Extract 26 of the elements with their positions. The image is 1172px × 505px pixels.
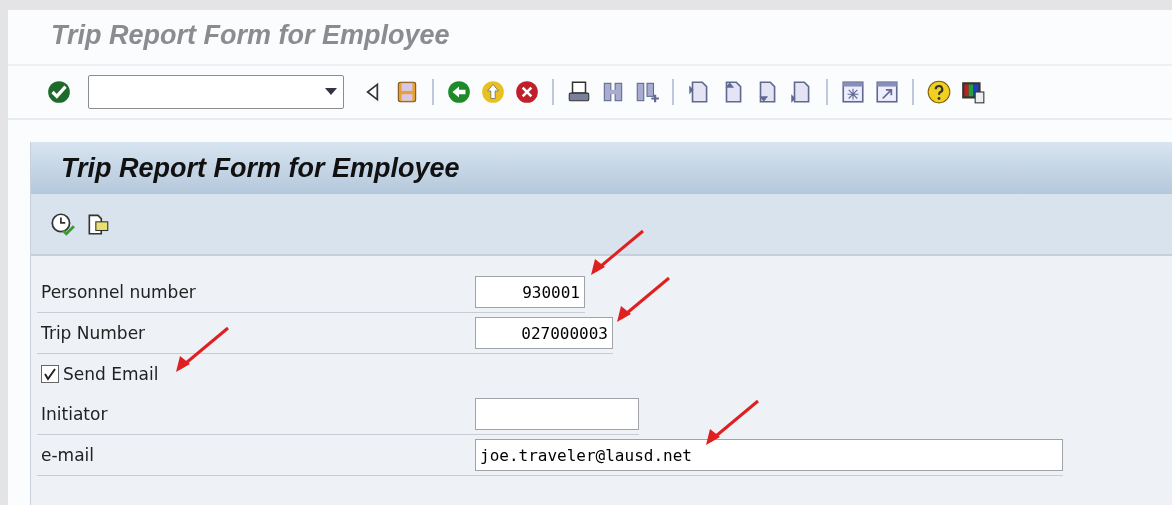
shortcut-window-icon[interactable] <box>874 79 900 105</box>
field-label: Initiator <box>40 404 109 424</box>
new-window-icon[interactable] <box>840 79 866 105</box>
field-label: Trip Number <box>40 323 147 343</box>
annotation-arrow <box>704 399 760 447</box>
input-field[interactable]: 930001 <box>475 276 585 308</box>
annotation-arrow <box>615 276 671 324</box>
annotation-arrow <box>589 229 645 277</box>
input-field[interactable]: 027000003 <box>475 317 613 349</box>
checkmark-icon <box>43 367 57 381</box>
input-field[interactable] <box>475 398 639 430</box>
checkbox-label: Send Email <box>63 364 159 384</box>
dropdown-icon[interactable] <box>325 88 337 96</box>
back-icon[interactable] <box>446 79 472 105</box>
annotation-arrow <box>174 326 230 374</box>
field-label: e-mail <box>40 445 96 465</box>
cancel-icon[interactable] <box>514 79 540 105</box>
input-field[interactable]: joe.traveler@lausd.net <box>475 439 1063 471</box>
help-icon[interactable] <box>926 79 952 105</box>
window-title: Trip Report Form for Employee <box>50 19 451 52</box>
command-field[interactable] <box>88 75 344 109</box>
send-email-checkbox[interactable] <box>41 365 59 383</box>
screen-title: Trip Report Form for Employee <box>31 142 1172 194</box>
enter-icon[interactable] <box>46 79 72 105</box>
field-label: Personnel number <box>40 282 197 302</box>
clock-check-icon[interactable] <box>49 211 75 237</box>
